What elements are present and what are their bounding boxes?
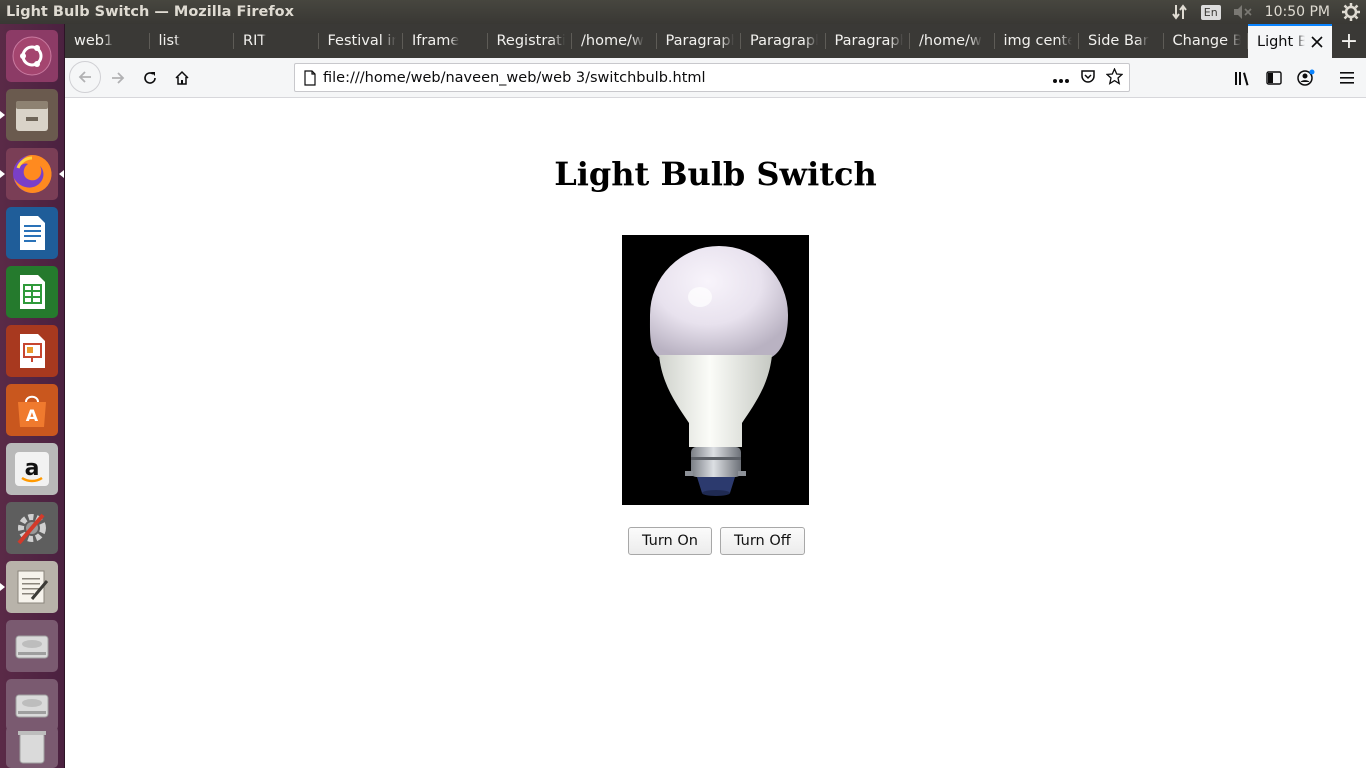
running-indicator xyxy=(0,583,5,591)
network-icon[interactable] xyxy=(1171,3,1189,21)
url-text[interactable]: file:///home/web/naveen_web/web 3/switch… xyxy=(323,70,706,86)
forward-button[interactable] xyxy=(102,62,134,94)
tab-label: Paragraph xyxy=(750,33,818,49)
libreoffice-calc-icon[interactable] xyxy=(6,266,58,318)
tab-label: Paragraph xyxy=(834,33,903,49)
url-bar[interactable]: file:///home/web/naveen_web/web 3/switch… xyxy=(294,63,1130,92)
browser-tab[interactable]: Iframe xyxy=(403,24,488,58)
light-bulb-image xyxy=(622,235,809,505)
account-button[interactable] xyxy=(1294,66,1318,90)
tab-label: Side Bar xyxy=(1088,33,1149,49)
page-title: Light Bulb Switch xyxy=(554,155,877,193)
browser-tab[interactable]: Registration xyxy=(488,24,573,58)
browser-tab[interactable]: /home/w xyxy=(910,24,995,58)
clock[interactable]: 10:50 PM xyxy=(1265,4,1330,20)
tab-label: web1 xyxy=(74,33,114,49)
browser-tab[interactable]: RIT xyxy=(234,24,319,58)
page-icon xyxy=(304,69,316,86)
home-button[interactable] xyxy=(166,62,198,94)
turn-off-button[interactable]: Turn Off xyxy=(719,527,805,555)
url-actions xyxy=(1052,66,1124,89)
tab-label: Registration xyxy=(496,33,565,49)
top-panel: Light Bulb Switch — Mozilla Firefox En 1… xyxy=(0,0,1366,24)
pocket-icon[interactable] xyxy=(1080,68,1096,88)
ubuntu-software-icon[interactable]: A xyxy=(6,384,58,436)
tab-label: Festival in xyxy=(327,33,396,49)
browser-tab[interactable]: Side Bar xyxy=(1079,24,1164,58)
tab-label: Iframe xyxy=(412,33,460,49)
keyboard-layout-indicator[interactable]: En xyxy=(1200,4,1221,20)
library-button[interactable] xyxy=(1231,66,1255,90)
drive-icon[interactable] xyxy=(6,679,58,731)
home-icon xyxy=(175,70,189,85)
tab-label: list xyxy=(158,33,180,49)
back-button[interactable] xyxy=(69,61,101,93)
close-tab-icon[interactable] xyxy=(1310,35,1324,49)
tab-label: /home/w xyxy=(919,33,982,49)
indicator-area: En 10:50 PM xyxy=(1171,0,1360,24)
drive-icon[interactable] xyxy=(6,620,58,672)
browser-tab-active[interactable]: Light Bulb Switch xyxy=(1248,24,1332,58)
launcher: A a xyxy=(0,24,65,768)
tab-label: Light Bulb Switch xyxy=(1257,34,1305,50)
running-indicator xyxy=(0,111,5,119)
page-actions-icon[interactable] xyxy=(1052,69,1070,88)
libreoffice-writer-icon[interactable] xyxy=(6,207,58,259)
browser-tab[interactable]: web1 xyxy=(65,24,150,58)
svg-text:A: A xyxy=(26,406,39,425)
browser-tab[interactable]: Change B xyxy=(1164,24,1249,58)
libreoffice-impress-icon[interactable] xyxy=(6,325,58,377)
menu-button[interactable] xyxy=(1335,66,1359,90)
browser-tab[interactable]: Festival in xyxy=(319,24,404,58)
tab-strip: web1 list RIT Festival in Iframe Registr… xyxy=(65,24,1366,58)
tab-label: img center xyxy=(1003,33,1072,49)
reload-icon xyxy=(144,72,156,84)
library-icon xyxy=(1235,72,1249,86)
focused-indicator xyxy=(59,170,64,178)
running-indicator xyxy=(0,170,5,178)
tab-label: Change B xyxy=(1172,33,1241,49)
browser-tab[interactable]: Paragraph xyxy=(826,24,911,58)
svg-text:a: a xyxy=(25,456,40,481)
tab-label: RIT xyxy=(243,33,267,49)
browser-tab[interactable]: Paragraph xyxy=(741,24,826,58)
turn-on-button[interactable]: Turn On xyxy=(628,527,712,555)
tab-label: /home/w xyxy=(581,33,644,49)
new-tab-button[interactable]: + xyxy=(1334,24,1364,58)
reload-button[interactable] xyxy=(134,62,166,94)
sound-muted-icon[interactable] xyxy=(1233,4,1253,20)
sidebar-icon xyxy=(1266,71,1282,85)
browser-tab[interactable]: list xyxy=(150,24,235,58)
session-gear-icon[interactable] xyxy=(1342,3,1360,21)
ubuntu-dash-icon[interactable] xyxy=(6,30,58,82)
window-title: Light Bulb Switch — Mozilla Firefox xyxy=(6,4,294,20)
forward-arrow-icon xyxy=(112,72,125,84)
switch-button-row: Turn On Turn Off xyxy=(628,527,805,555)
page-content: Light Bulb Switch Turn On Turn Off xyxy=(65,99,1366,768)
tab-label: Paragraph xyxy=(665,33,734,49)
files-icon[interactable] xyxy=(6,89,58,141)
browser-tab[interactable]: img center xyxy=(995,24,1080,58)
browser-tab[interactable]: /home/w xyxy=(572,24,657,58)
amazon-icon[interactable]: a xyxy=(6,443,58,495)
trash-icon[interactable] xyxy=(6,726,58,768)
browser-tab[interactable]: Paragraph xyxy=(657,24,742,58)
hamburger-menu-icon xyxy=(1340,72,1354,84)
navigation-toolbar: file:///home/web/naveen_web/web 3/switch… xyxy=(65,58,1366,98)
text-editor-icon[interactable] xyxy=(6,561,58,613)
back-arrow-icon xyxy=(78,71,91,83)
bookmark-star-icon[interactable] xyxy=(1105,66,1124,89)
sidebar-button[interactable] xyxy=(1262,66,1286,90)
system-settings-icon[interactable] xyxy=(6,502,58,554)
firefox-icon[interactable] xyxy=(6,148,58,200)
account-icon xyxy=(1297,69,1315,86)
